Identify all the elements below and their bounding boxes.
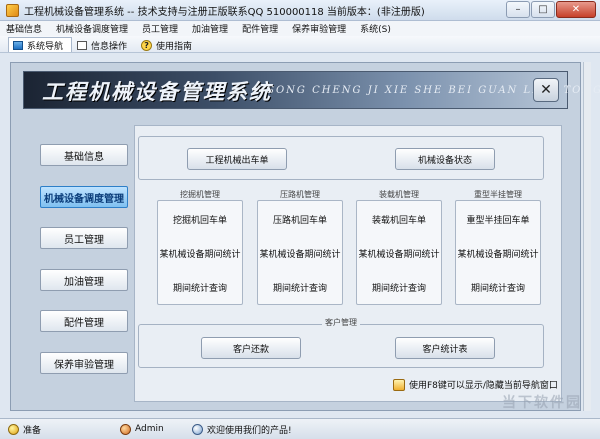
nav-basic-info[interactable]: 基础信息 (40, 144, 128, 166)
menu-dispatch[interactable]: 机械设备调度管理 (56, 22, 128, 35)
status-ready: 准备 (8, 423, 120, 436)
customer-repayment-button[interactable]: 客户还款 (201, 337, 301, 359)
tab-label: 使用指南 (156, 41, 193, 52)
dispatch-top-group: 工程机械出车单 机械设备状态 (138, 136, 544, 180)
box-title: 装载机管理 (379, 190, 419, 199)
roller-box: 压路机管理 压路机回车单 某机械设备期间统计 期间统计查询 (257, 190, 343, 305)
status-user-text: Admin (135, 424, 164, 434)
close-button[interactable]: ✕ (556, 1, 596, 18)
box-title: 压路机管理 (280, 190, 320, 199)
nav-dispatch[interactable]: 机械设备调度管理 (40, 186, 128, 208)
box-title: 挖掘机管理 (180, 190, 220, 199)
window-controls: – □ ✕ (506, 1, 596, 18)
box-title: 重型半挂管理 (474, 190, 522, 199)
excavator-return-link[interactable]: 挖掘机回车单 (158, 213, 242, 226)
customer-group-title: 客户管理 (322, 318, 360, 327)
hint-text: 使用F8键可以显示/隐藏当前导航窗口 (409, 381, 558, 391)
content-panel: 工程机械出车单 机械设备状态 挖掘机管理 挖掘机回车单 某机械设备期间统计 期间… (134, 125, 562, 402)
trailer-period-query-link[interactable]: 期间统计查询 (456, 281, 540, 294)
equipment-status-button[interactable]: 机械设备状态 (395, 148, 495, 170)
nav-fuel[interactable]: 加油管理 (40, 269, 128, 291)
nav-parts[interactable]: 配件管理 (40, 310, 128, 332)
title-bar: 工程机械设备管理系统 -- 技术支持与注册正版联系QQ 510000118 当前… (0, 0, 600, 21)
trailer-period-stats-link[interactable]: 某机械设备期间统计 (456, 247, 540, 260)
vertical-scrollbar[interactable] (583, 62, 591, 411)
banner-close-button[interactable]: ✕ (533, 78, 559, 102)
loader-period-stats-link[interactable]: 某机械设备期间统计 (357, 247, 441, 260)
help-icon: ? (141, 39, 153, 51)
ready-icon (8, 423, 19, 435)
roller-period-stats-link[interactable]: 某机械设备期间统计 (258, 247, 342, 260)
watermark: 当下软件园 (502, 395, 582, 411)
nav-icon (13, 40, 23, 50)
loader-period-query-link[interactable]: 期间统计查询 (357, 281, 441, 294)
left-nav: 基础信息 机械设备调度管理 员工管理 加油管理 配件管理 保养审验管理 (24, 55, 128, 382)
trailer-return-link[interactable]: 重型半挂回车单 (456, 213, 540, 226)
excavator-period-query-link[interactable]: 期间统计查询 (158, 281, 242, 294)
menu-fuel[interactable]: 加油管理 (192, 22, 228, 35)
trailer-box: 重型半挂管理 重型半挂回车单 某机械设备期间统计 期间统计查询 (455, 190, 541, 305)
welcome-icon (192, 423, 203, 435)
minimize-button[interactable]: – (506, 1, 530, 18)
menu-bar: 基础信息 机械设备调度管理 员工管理 加油管理 配件管理 保养审验管理 系统(S… (0, 21, 600, 36)
lightbulb-icon (393, 378, 405, 391)
status-bar: 准备 Admin 欢迎使用我们的产品! (0, 418, 600, 439)
menu-parts[interactable]: 配件管理 (242, 22, 278, 35)
roller-period-query-link[interactable]: 期间统计查询 (258, 281, 342, 294)
tab-label: 信息操作 (91, 41, 128, 52)
customer-stats-button[interactable]: 客户统计表 (395, 337, 495, 359)
customer-group: 客户管理 客户还款 客户统计表 (138, 318, 544, 368)
excavator-period-stats-link[interactable]: 某机械设备期间统计 (158, 247, 242, 260)
loader-return-link[interactable]: 装载机回车单 (357, 213, 441, 226)
nav-maintenance[interactable]: 保养审验管理 (40, 352, 128, 374)
tab-info-ops[interactable]: 信息操作 (72, 37, 136, 52)
roller-return-link[interactable]: 压路机回车单 (258, 213, 342, 226)
window-title: 工程机械设备管理系统 -- 技术支持与注册正版联系QQ 510000118 当前… (24, 6, 425, 18)
menu-staff[interactable]: 员工管理 (142, 22, 178, 35)
status-welcome-text: 欢迎使用我们的产品! (207, 425, 292, 436)
tab-label: 系统导航 (27, 41, 64, 52)
f8-hint: 使用F8键可以显示/隐藏当前导航窗口 (393, 378, 558, 391)
menu-basic-info[interactable]: 基础信息 (6, 22, 42, 35)
tab-help[interactable]: ? 使用指南 (136, 37, 201, 52)
dispatch-order-button[interactable]: 工程机械出车单 (187, 148, 287, 170)
menu-maintenance[interactable]: 保养审验管理 (292, 22, 346, 35)
maximize-button[interactable]: □ (531, 1, 555, 18)
menu-system[interactable]: 系统(S) (360, 22, 391, 35)
status-ready-text: 准备 (23, 425, 42, 436)
status-welcome: 欢迎使用我们的产品! (192, 423, 292, 436)
app-icon (6, 3, 19, 17)
user-icon (120, 423, 131, 435)
excavator-box: 挖掘机管理 挖掘机回车单 某机械设备期间统计 期间统计查询 (157, 190, 243, 305)
tab-system-nav[interactable]: 系统导航 (8, 37, 73, 52)
info-icon (77, 40, 88, 50)
toolbar-tabs: 系统导航 信息操作 ? 使用指南 (0, 36, 600, 53)
nav-staff[interactable]: 员工管理 (40, 227, 128, 249)
loader-box: 装载机管理 装载机回车单 某机械设备期间统计 期间统计查询 (356, 190, 442, 305)
status-user: Admin (120, 423, 192, 435)
